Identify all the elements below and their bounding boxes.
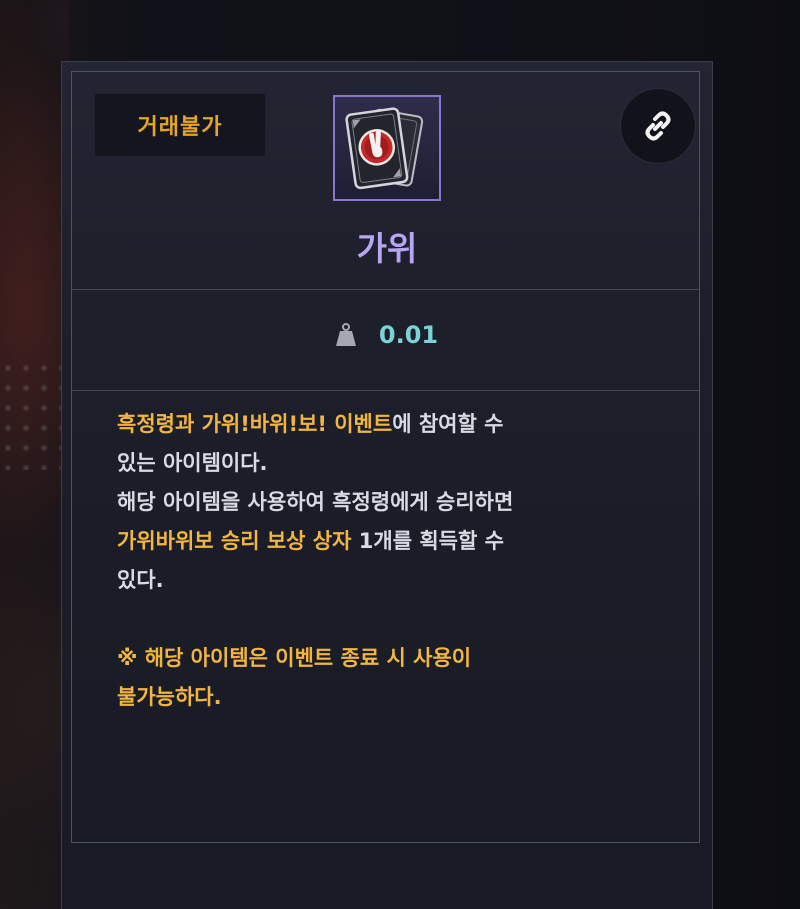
reward-box-highlight: 가위바위보 승리 보상 상자 — [117, 529, 352, 553]
description-line: 해당 아이템을 사용하여 흑정령에게 승리하면 — [117, 490, 514, 514]
warning-line: ※ 해당 아이템은 이벤트 종료 시 사용이 — [117, 646, 472, 670]
description-line: 흑정령과 가위!바위!보! 이벤트에 참여할 수 — [117, 405, 657, 444]
item-description: 흑정령과 가위!바위!보! 이벤트에 참여할 수 있는 아이템이다. 해당 아이… — [117, 405, 657, 717]
description-line: 가위바위보 승리 보상 상자 1개를 획득할 수 — [117, 522, 657, 561]
rock-paper-scissors-card-icon — [345, 107, 424, 190]
trade-restriction-badge: 거래불가 — [94, 93, 266, 157]
header-divider — [72, 289, 699, 290]
description-line: 있다. — [117, 568, 164, 592]
item-name: 가위 — [356, 229, 418, 268]
description-text: 에 참여할 수 — [392, 412, 504, 436]
event-name-highlight: 흑정령과 가위!바위!보! 이벤트 — [117, 412, 393, 436]
item-icon-frame — [333, 95, 441, 201]
weight-row: 0.01 — [72, 310, 699, 360]
weight-divider — [72, 390, 699, 391]
description-line: 있는 아이템이다. — [117, 451, 268, 475]
character-ornament — [0, 360, 62, 470]
link-button[interactable] — [621, 89, 695, 163]
weight-icon — [335, 323, 356, 346]
description-text: 1개를 획득할 수 — [351, 529, 504, 553]
weight-value: 0.01 — [378, 321, 439, 349]
warning-line: 불가능하다. — [117, 685, 222, 709]
link-icon — [645, 111, 671, 141]
